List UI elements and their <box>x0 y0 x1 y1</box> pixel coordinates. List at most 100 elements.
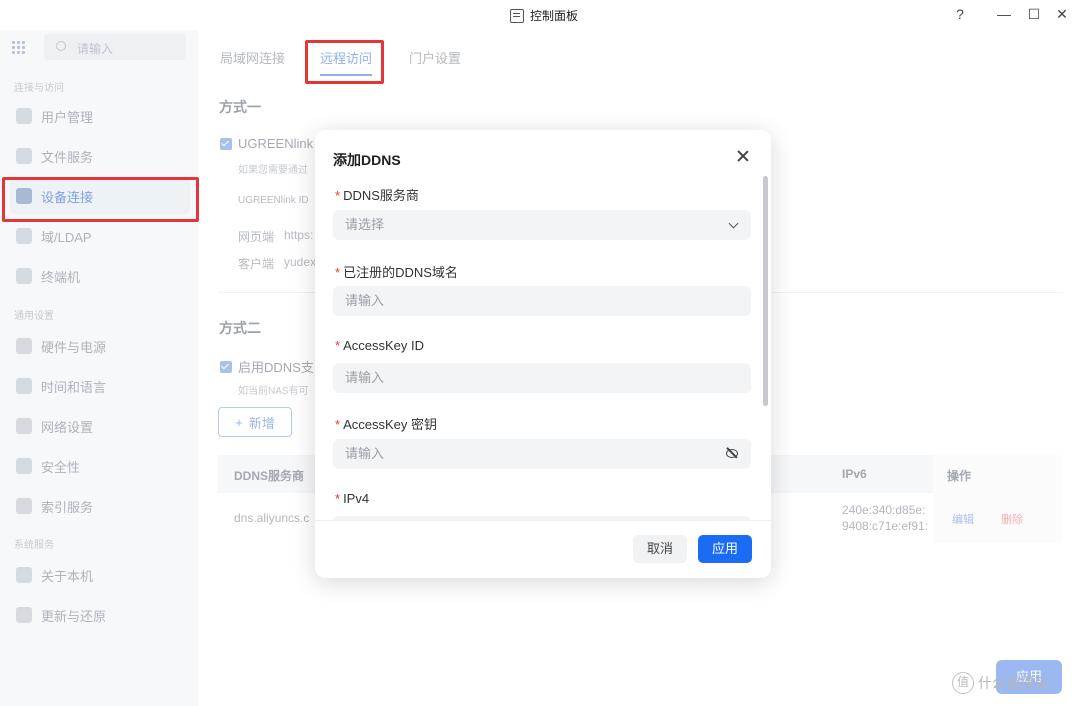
input-placeholder: 请输入 <box>345 446 385 461</box>
label-text: IPv4 <box>343 491 370 506</box>
field-label-provider: * DDNS服务商 <box>335 185 419 204</box>
sidebar-item-label: 安全性 <box>41 459 81 475</box>
method1-checkbox[interactable]: UGREENlink <box>220 136 313 151</box>
operation-column: 操作 <box>933 455 1061 543</box>
title-bar: 控制面板 ? — ☐ ✕ <box>0 0 1080 30</box>
watermark-text: 什么值得买 <box>978 675 1048 691</box>
sidebar-item-index[interactable]: 索引服务 <box>10 488 190 524</box>
help-button[interactable]: ? <box>949 4 971 24</box>
accesskey-id-input[interactable]: 请输入 <box>333 363 751 393</box>
highlight-box-sidebar <box>2 177 199 222</box>
field-label-accesskey-secret: * AccessKey 密钥 <box>335 414 437 433</box>
sidebar-item-label: 终端机 <box>41 269 81 285</box>
label-text: DDNS服务商 <box>343 188 419 203</box>
section-label-connection: 连接与访问 <box>14 83 64 94</box>
method2-checkbox[interactable]: 启用DDNS支 <box>220 357 314 376</box>
accesskey-secret-input[interactable]: 请输入 <box>333 439 751 469</box>
update-icon <box>16 607 32 623</box>
dialog-scrollbar[interactable] <box>763 176 768 406</box>
apply-button[interactable]: 应用 <box>698 535 752 563</box>
required-mark: * <box>335 265 341 280</box>
sidebar-item-hardware[interactable]: 硬件与电源 <box>10 328 190 364</box>
web-label: 网页端 <box>238 230 275 244</box>
section-label-system: 系统服务 <box>14 540 54 551</box>
field-label-ipv4: * IPv4 <box>335 491 369 506</box>
domain-icon <box>16 228 32 244</box>
select-placeholder: 请选择 <box>345 217 385 232</box>
sidebar-item-about[interactable]: 关于本机 <box>10 557 190 593</box>
field-label-accesskey-id: * AccessKey ID <box>335 338 424 353</box>
add-ddns-dialog: 添加DDNS * DDNS服务商 请选择 * 已注册的DDNS域名 请输入 * Acc… <box>315 130 771 578</box>
column-header-provider: DDNS服务商 <box>234 469 305 483</box>
dialog-title: 添加DDNS <box>333 152 401 168</box>
eye-off-icon[interactable] <box>726 447 738 459</box>
column-header-actions: 操作 <box>947 469 972 483</box>
required-mark: * <box>335 188 341 203</box>
cancel-button[interactable]: 取消 <box>633 535 687 563</box>
watermark-logo-icon: 值 <box>952 672 974 694</box>
client-value: yudex <box>284 255 317 269</box>
method1-heading: 方式一 <box>219 99 261 115</box>
sidebar-item-label: 硬件与电源 <box>41 339 107 355</box>
required-mark: * <box>335 417 341 432</box>
method1-note: 如果您需要通过 <box>238 165 308 176</box>
web-value: https: <box>284 228 314 242</box>
terminal-icon <box>16 268 32 284</box>
network-icon <box>16 418 32 434</box>
sidebar-item-label: 更新与还原 <box>41 608 107 624</box>
minimize-button[interactable]: — <box>993 4 1015 24</box>
apps-grid-icon[interactable] <box>11 40 25 54</box>
delete-link[interactable]: 删除 <box>1001 511 1023 527</box>
watermark: 值 什么值得买 <box>952 672 1048 694</box>
row-provider: dns.aliyuncs.c <box>234 511 310 525</box>
chevron-down-icon <box>728 218 739 229</box>
sidebar-item-ldap[interactable]: 域/LDAP <box>10 218 190 254</box>
sidebar-item-label: 域/LDAP <box>41 229 92 245</box>
sidebar-item-label: 时间和语言 <box>41 379 107 395</box>
user-icon <box>16 108 32 124</box>
control-panel-icon <box>510 8 524 23</box>
highlight-box-tab <box>305 40 384 84</box>
search-placeholder: 请输入 <box>77 42 114 56</box>
domain-input[interactable]: 请输入 <box>333 286 751 316</box>
column-header-ipv6: IPv6 <box>842 467 867 481</box>
maximize-button[interactable]: ☐ <box>1023 4 1045 24</box>
add-ddns-button[interactable]: + 新增 <box>218 407 292 437</box>
checkbox-label: UGREENlink <box>238 136 314 151</box>
globe-icon <box>16 378 32 394</box>
window-title: 控制面板 <box>510 7 578 24</box>
close-icon[interactable] <box>735 148 751 164</box>
sidebar-item-time-language[interactable]: 时间和语言 <box>10 368 190 404</box>
row-ipv6-line2: 9408:c71e:ef91: <box>842 519 929 533</box>
client-label: 客户端 <box>238 257 275 271</box>
row-ipv6-line1: 240e:340:d85e: <box>842 503 926 517</box>
sidebar-item-label: 用户管理 <box>41 109 94 125</box>
label-text: AccessKey ID <box>343 338 424 353</box>
section-label-general: 通用设置 <box>14 311 54 322</box>
edit-link[interactable]: 编辑 <box>952 511 974 527</box>
tab-lan[interactable]: 局域网连接 <box>220 48 285 67</box>
sidebar-item-update[interactable]: 更新与还原 <box>10 597 190 633</box>
sidebar-item-file-service[interactable]: 文件服务 <box>10 138 190 174</box>
sidebar-item-network[interactable]: 网络设置 <box>10 408 190 444</box>
sidebar-search-input[interactable]: 请输入 <box>44 34 186 60</box>
tab-portal[interactable]: 门户设置 <box>409 48 461 67</box>
checkbox-checked-icon <box>220 360 232 373</box>
checkbox-checked-icon <box>220 137 232 150</box>
provider-select[interactable]: 请选择 <box>333 210 751 240</box>
shield-icon <box>16 458 32 474</box>
method2-heading: 方式二 <box>219 320 261 336</box>
sidebar-item-users[interactable]: 用户管理 <box>10 98 190 134</box>
folder-icon <box>16 148 32 164</box>
sidebar-item-terminal[interactable]: 终端机 <box>10 258 190 294</box>
close-window-button[interactable]: ✕ <box>1051 4 1073 24</box>
sidebar-item-label: 关于本机 <box>41 568 94 584</box>
plus-icon: + <box>235 414 243 430</box>
sidebar: 请输入 连接与访问 用户管理 文件服务 设备连接 域/LDAP 终端机 通用设置… <box>0 30 198 706</box>
required-mark: * <box>335 491 341 506</box>
sidebar-item-security[interactable]: 安全性 <box>10 448 190 484</box>
label-text: AccessKey 密钥 <box>343 417 437 432</box>
label-text: 已注册的DDNS域名 <box>343 265 458 280</box>
input-placeholder: 请输入 <box>345 370 385 385</box>
window-title-text: 控制面板 <box>530 9 579 23</box>
